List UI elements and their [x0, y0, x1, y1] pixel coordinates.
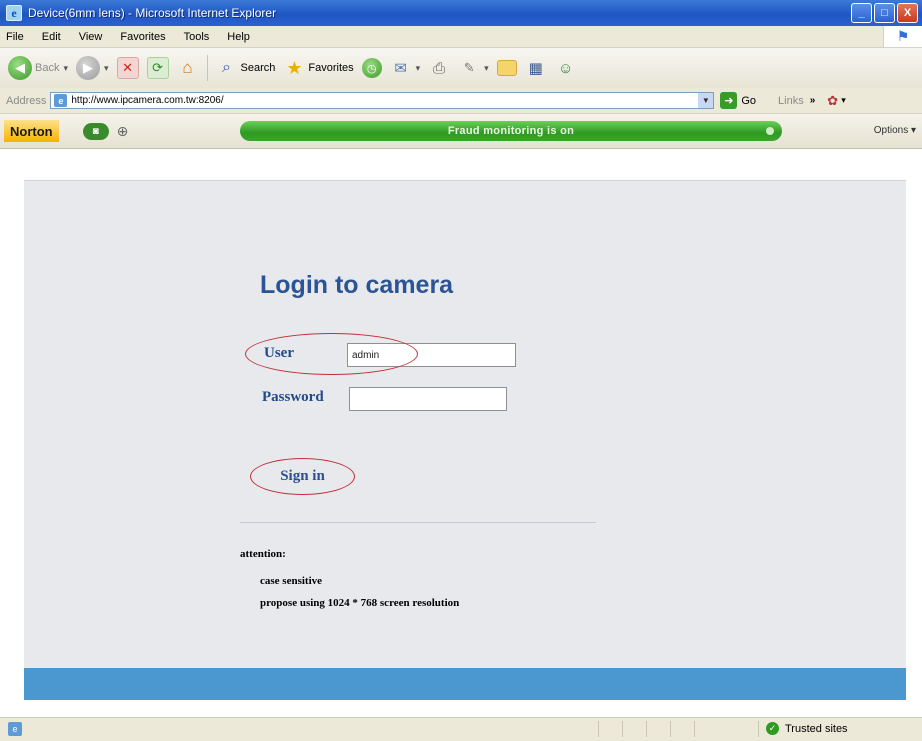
back-button[interactable]: ◀ Back ▾ — [8, 56, 68, 80]
page-content: Login to camera User Password Sign in at… — [0, 149, 922, 717]
chevron-down-icon[interactable]: ▾ — [841, 95, 846, 106]
security-zone[interactable]: ✓ Trusted sites — [766, 722, 848, 735]
address-bar: Address e http://www.ipcamera.com.tw:820… — [0, 88, 922, 114]
go-button[interactable]: Go — [741, 95, 756, 107]
menu-bar: File Edit View Favorites Tools Help ⚑ — [0, 26, 922, 48]
history-icon: ◷ — [361, 58, 382, 78]
address-label: Address — [6, 94, 47, 107]
refresh-button[interactable]: ⟳ — [146, 57, 169, 79]
menu-tools[interactable]: Tools — [175, 31, 219, 43]
norton-settings-icon[interactable]: ⊕ — [117, 123, 129, 140]
highlight-oval-user — [245, 333, 418, 375]
folder-icon — [496, 60, 517, 76]
search-icon: ⌕ — [222, 59, 232, 76]
stop-button[interactable]: ✕ — [116, 57, 139, 79]
fraud-monitoring-text: Fraud monitoring is on — [447, 125, 575, 137]
page-title: Login to camera — [260, 271, 454, 299]
attention-heading: attention: — [240, 548, 286, 560]
note-case-sensitive: case sensitive — [260, 575, 323, 587]
menu-edit[interactable]: Edit — [33, 31, 70, 43]
status-divider — [598, 721, 599, 737]
star-icon: ★ — [286, 57, 303, 78]
status-bar: e ✓ Trusted sites — [0, 717, 922, 741]
stop-icon: ✕ — [116, 57, 139, 79]
status-divider — [694, 721, 695, 737]
forward-button[interactable]: ▶ ▾ — [76, 56, 109, 80]
page-icon: e — [54, 94, 68, 107]
print-icon: ⎙ — [433, 59, 446, 77]
chevron-down-icon[interactable]: ▾ — [63, 63, 68, 74]
favorites-label: Favorites — [308, 62, 354, 74]
go-arrow-icon[interactable]: ➜ — [720, 92, 738, 109]
status-divider — [670, 721, 671, 737]
history-button[interactable]: ◷ — [361, 58, 382, 78]
password-label: Password — [262, 389, 324, 405]
search-button[interactable]: ⌕ Search — [216, 57, 276, 79]
address-url[interactable]: http://www.ipcamera.com.tw:8206/ — [71, 95, 223, 106]
note-resolution: propose using 1024 * 768 screen resoluti… — [260, 597, 460, 609]
norton-logo[interactable]: Norton — [4, 120, 59, 142]
mail-icon: ✉ — [394, 60, 407, 77]
status-divider — [646, 721, 647, 737]
options-menu[interactable]: Options ▾ — [874, 125, 916, 136]
window-controls: _ □ X — [851, 3, 918, 23]
page-status-icon: e — [8, 722, 22, 736]
window-title: Device(6mm lens) - Microsoft Internet Ex… — [28, 6, 277, 20]
address-field[interactable]: e http://www.ipcamera.com.tw:8206/ ▼ — [50, 92, 715, 109]
print-button[interactable]: ⎙ — [428, 57, 450, 79]
edit-button[interactable]: ✎ ▾ — [458, 57, 489, 79]
menu-favorites[interactable]: Favorites — [111, 31, 174, 43]
menu-help[interactable]: Help — [218, 31, 259, 43]
status-divider — [758, 721, 759, 737]
highlight-oval-signin — [250, 458, 355, 495]
chevron-down-icon[interactable]: ▾ — [484, 63, 489, 74]
status-divider — [622, 721, 623, 737]
title-bar: e Device(6mm lens) - Microsoft Internet … — [0, 0, 922, 26]
back-label: Back — [35, 62, 60, 74]
fraud-monitoring-status[interactable]: Fraud monitoring is on — [240, 121, 782, 141]
windows-flag-icon: ⚑ — [883, 26, 922, 47]
links-label[interactable]: Links — [778, 95, 804, 107]
norton-shield-icon[interactable]: ◙ — [82, 122, 109, 140]
chevron-down-icon[interactable]: ▾ — [416, 63, 421, 74]
minimize-button[interactable]: _ — [851, 3, 872, 23]
messenger-icon: ☺ — [558, 59, 574, 77]
ie-logo-icon: e — [6, 5, 22, 21]
close-button[interactable]: X — [897, 3, 918, 23]
norton-toolbar: Norton ◙ ⊕ Fraud monitoring is on Option… — [0, 114, 922, 149]
mail-button[interactable]: ✉ ▾ — [390, 57, 421, 79]
footer-band — [24, 668, 906, 700]
home-button[interactable]: ⌂ — [177, 57, 199, 79]
search-label: Search — [240, 62, 276, 74]
password-input[interactable] — [349, 387, 507, 411]
check-icon: ✓ — [766, 722, 779, 735]
toolbar: ◀ Back ▾ ▶ ▾ ✕ ⟳ ⌂ ⌕ Search ★ Favorites … — [0, 48, 922, 89]
maximize-button[interactable]: □ — [874, 3, 895, 23]
chevron-down-icon[interactable]: ▼ — [698, 93, 714, 108]
edit-icon: ✎ — [463, 60, 475, 75]
extension-icon[interactable]: ✿ — [827, 93, 838, 109]
back-arrow-icon: ◀ — [8, 56, 32, 80]
research-button[interactable]: ▦ — [525, 57, 547, 79]
messenger-button[interactable]: ☺ — [555, 57, 577, 79]
research-icon: ▦ — [528, 60, 543, 77]
login-panel: Login to camera User Password Sign in at… — [24, 180, 906, 669]
status-dot-icon — [766, 127, 774, 135]
forward-arrow-icon: ▶ — [76, 56, 100, 80]
menu-file[interactable]: File — [0, 31, 33, 43]
toolbar-separator — [206, 55, 208, 81]
security-zone-label: Trusted sites — [785, 722, 848, 735]
chevron-right-icon[interactable]: » — [810, 95, 816, 106]
favorites-button[interactable]: ★ Favorites — [283, 57, 353, 79]
folder-button[interactable] — [496, 60, 517, 76]
menu-view[interactable]: View — [70, 31, 112, 43]
refresh-icon: ⟳ — [146, 57, 169, 79]
home-icon: ⌂ — [182, 58, 193, 77]
chevron-down-icon[interactable]: ▾ — [104, 63, 109, 74]
divider — [240, 522, 596, 523]
